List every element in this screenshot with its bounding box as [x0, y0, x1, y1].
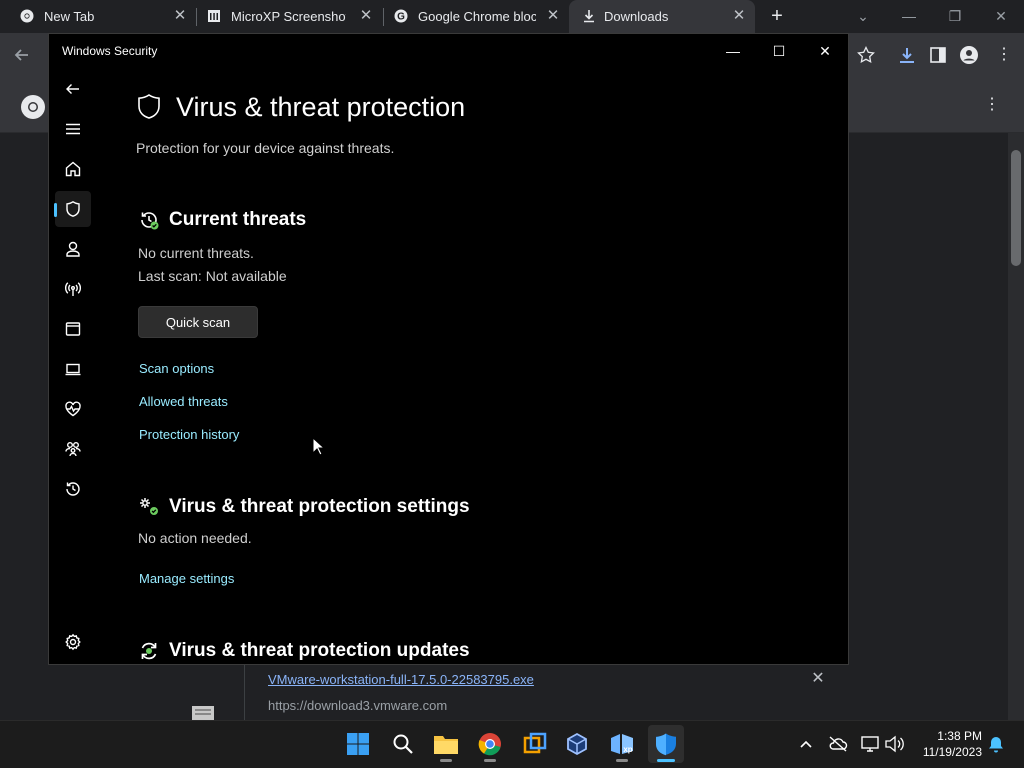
- file-icon: [192, 706, 214, 720]
- vmware-icon[interactable]: [517, 725, 553, 763]
- star-icon[interactable]: [857, 46, 875, 64]
- tab-downloads[interactable]: Downloads ✕: [569, 0, 755, 33]
- heart-pulse-icon[interactable]: [57, 393, 89, 425]
- windows-security-window: Windows Security — ☐ ✕ Virus & threat pr…: [48, 33, 849, 665]
- allowed-threats-link[interactable]: Allowed threats: [139, 394, 228, 409]
- back-arrow-icon[interactable]: [57, 73, 89, 105]
- hamburger-menu-icon[interactable]: [57, 113, 89, 145]
- start-windows-icon[interactable]: [340, 725, 376, 763]
- file-explorer-icon[interactable]: [428, 725, 464, 763]
- tab-title: New Tab: [44, 9, 95, 24]
- settings-gears-icon: [140, 498, 158, 515]
- chrome-icon[interactable]: [472, 725, 508, 763]
- notification-bell-icon[interactable]: [986, 734, 1006, 754]
- person-icon[interactable]: [57, 233, 89, 265]
- profile-icon[interactable]: [959, 45, 979, 65]
- minimize-icon[interactable]: —: [713, 38, 753, 64]
- app-running-indicator: [440, 759, 452, 762]
- home-icon[interactable]: [57, 153, 89, 185]
- family-icon[interactable]: [57, 433, 89, 465]
- app-running-indicator: [484, 759, 496, 762]
- tab-title: Downloads: [604, 9, 669, 24]
- tab-close-button[interactable]: ✕: [730, 6, 748, 26]
- shield-icon: [138, 94, 160, 119]
- menu-kebab-icon[interactable]: ⋮: [996, 45, 1012, 65]
- chrome-tab-bar: New Tab ✕ MicroXP Screenshot 1 ✕ G Googl…: [0, 0, 1024, 33]
- nav-active-indicator: [54, 203, 57, 217]
- section-title-updates: Virus & threat protection updates: [169, 640, 470, 661]
- laptop-icon[interactable]: [57, 353, 89, 385]
- svg-text:G: G: [397, 12, 405, 23]
- scan-options-link[interactable]: Scan options: [139, 361, 214, 376]
- clock-date[interactable]: 11/19/2023: [910, 745, 982, 759]
- mouse-cursor-icon: [312, 437, 326, 456]
- maximize-icon[interactable]: ☐: [759, 38, 799, 64]
- search-icon[interactable]: [385, 725, 421, 763]
- museum-icon: [208, 10, 220, 22]
- chevron-up-icon[interactable]: [796, 734, 816, 754]
- cloud-off-icon[interactable]: [828, 734, 848, 754]
- download-icon: [584, 10, 594, 23]
- extension-download-icon[interactable]: [897, 45, 917, 65]
- gear-icon[interactable]: [57, 626, 89, 658]
- shield-icon[interactable]: [55, 191, 91, 227]
- clock-time[interactable]: 1:38 PM: [910, 729, 982, 743]
- windows-xp-vm-icon[interactable]: xp: [604, 725, 640, 763]
- section-title-settings: Virus & threat protection settings: [169, 496, 470, 517]
- download-filename-link[interactable]: VMware-workstation-full-17.5.0-22583795.…: [268, 672, 534, 687]
- chrome-icon: [20, 9, 34, 23]
- threat-status-text: No current threats.: [138, 245, 254, 261]
- download-remove-button[interactable]: ✕: [808, 669, 828, 689]
- quick-scan-button[interactable]: Quick scan: [138, 306, 258, 338]
- scan-history-icon: [141, 212, 159, 230]
- page-title: Virus & threat protection: [176, 92, 466, 122]
- volume-icon[interactable]: [884, 734, 904, 754]
- tab-title: MicroXP Screenshot 1: [231, 9, 346, 24]
- app-browser-icon[interactable]: [57, 313, 89, 345]
- tab-close-button[interactable]: ✕: [357, 6, 375, 26]
- tab-close-button[interactable]: ✕: [544, 6, 562, 26]
- app-running-indicator: [616, 759, 628, 762]
- virtualbox-icon[interactable]: [559, 725, 595, 763]
- tab-microxp[interactable]: MicroXP Screenshot 1 ✕: [187, 0, 382, 33]
- close-icon[interactable]: ✕: [805, 38, 845, 64]
- wireless-antenna-icon[interactable]: [57, 273, 89, 305]
- restore-icon[interactable]: ❐: [942, 4, 968, 28]
- chrome-logo-icon: [21, 95, 45, 119]
- downloads-menu-icon[interactable]: ⋮: [984, 95, 1000, 115]
- update-refresh-icon: [141, 642, 157, 660]
- tab-title: Google Chrome block: [418, 9, 536, 24]
- window-title: Windows Security: [62, 44, 158, 58]
- tab-new-tab[interactable]: New Tab ✕: [0, 0, 195, 33]
- section-title-current-threats: Current threats: [169, 209, 307, 230]
- close-icon[interactable]: ✕: [988, 4, 1014, 28]
- back-arrow-icon[interactable]: [12, 45, 32, 65]
- page-subtitle: Protection for your device against threa…: [136, 140, 395, 156]
- side-panel-icon[interactable]: [929, 46, 947, 64]
- protection-history-link[interactable]: Protection history: [139, 427, 239, 442]
- network-display-icon[interactable]: [860, 734, 880, 754]
- scrollbar-thumb[interactable]: [1011, 150, 1021, 266]
- tab-google-chrome-block[interactable]: G Google Chrome block ✕: [374, 0, 569, 33]
- last-scan-text: Last scan: Not available: [138, 268, 287, 284]
- settings-status-text: No action needed.: [138, 530, 252, 546]
- app-active-indicator: [657, 759, 675, 762]
- windows-security-shield-icon[interactable]: [648, 725, 684, 763]
- manage-settings-link[interactable]: Manage settings: [139, 571, 234, 586]
- chevron-down-icon[interactable]: ⌄: [850, 4, 876, 28]
- download-source-url[interactable]: https://download3.vmware.com: [268, 698, 447, 713]
- google-icon: G: [394, 9, 408, 23]
- svg-text:xp: xp: [623, 745, 632, 754]
- minimize-icon[interactable]: —: [896, 4, 922, 28]
- new-tab-button[interactable]: +: [766, 5, 788, 27]
- history-icon[interactable]: [57, 473, 89, 505]
